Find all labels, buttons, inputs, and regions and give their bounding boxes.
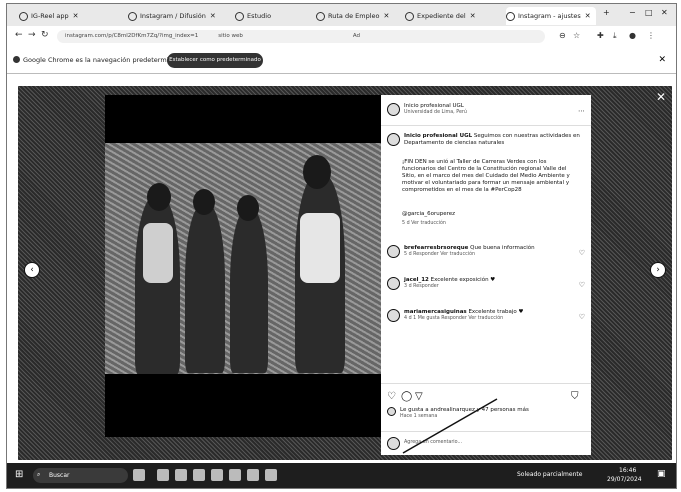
tab-favicon-icon (128, 11, 137, 21)
weather-text[interactable]: Soleado parcialmente (517, 471, 582, 478)
infobar-close-icon[interactable]: ✕ (658, 55, 666, 65)
post-photo (105, 95, 381, 437)
pen-stroke-mark (402, 398, 498, 454)
file-explorer-icon[interactable] (175, 469, 187, 481)
default-browser-infobar: Google Chrome es la navegación predeterm… (7, 49, 676, 74)
tab-close-icon[interactable]: ✕ (383, 12, 389, 20)
avatar[interactable] (387, 277, 400, 290)
tab-favicon-icon (405, 11, 414, 21)
bookmark-star-icon[interactable]: ☆ (573, 31, 580, 40)
app-taskbar-icon[interactable] (265, 469, 277, 481)
url-field[interactable]: instagram.com/p/C8ml2DfKm7Zq/?img_index=… (57, 30, 545, 43)
avatar[interactable] (387, 309, 400, 322)
avatar (387, 437, 400, 450)
browser-taskbar-icon[interactable] (193, 469, 205, 481)
comment-like-icon[interactable]: ♡ (579, 249, 585, 257)
tab-active[interactable]: Instagram - ajustes ✕ (506, 7, 596, 25)
caption-body: ¡FIN DEN se unió al Taller de Carreras V… (402, 159, 570, 193)
tab-bar: IG-Reel app ✕ Instagram / Difusión ✕ Estud… (7, 4, 676, 26)
windows-taskbar: ⊞ ⌕ Buscar Soleado parcialmente 16:46 29… (7, 463, 676, 488)
avatar[interactable] (387, 103, 400, 116)
back-icon[interactable]: ← (15, 30, 23, 40)
set-default-button[interactable]: Establecer como predeterminado (167, 53, 263, 68)
extensions-icon[interactable]: ✚ (597, 31, 604, 40)
address-bar-row: ← → ↻ instagram.com/p/C8ml2DfKm7Zq/?img_… (7, 26, 676, 48)
zoom-icon[interactable]: ⊖ (559, 31, 566, 40)
tab-2[interactable]: Estudio (235, 7, 310, 25)
close-viewer-icon[interactable]: ✕ (656, 90, 666, 104)
close-window-icon[interactable]: ✕ (661, 8, 668, 17)
task-view-icon[interactable] (157, 469, 169, 481)
notification-icon[interactable]: ▣ (657, 469, 666, 479)
clock-date[interactable]: 29/07/2024 (607, 476, 642, 483)
tab-close-icon[interactable]: ✕ (73, 12, 79, 20)
comment-row: mariamercasiguinas Excelente trabajo ♥ 4… (387, 309, 577, 322)
tab-0[interactable]: IG-Reel app ✕ (19, 7, 119, 25)
next-post-arrow-icon[interactable]: › (650, 262, 666, 278)
like-heart-icon[interactable]: ♡ (387, 391, 396, 402)
tab-favicon-icon (235, 11, 244, 21)
app-taskbar-icon[interactable] (247, 469, 259, 481)
person-icon[interactable] (133, 469, 145, 481)
infobar-message: Google Chrome es la navegación predeterm… (23, 56, 185, 64)
browser-window: IG-Reel app ✕ Instagram / Difusión ✕ Estud… (6, 3, 677, 489)
minimize-icon[interactable]: − (629, 8, 636, 17)
comment-row: jacel_12 Excelente exposición ♥ 3 d Resp… (387, 277, 577, 290)
app-taskbar-icon[interactable] (211, 469, 223, 481)
divider (381, 383, 591, 384)
tab-close-icon[interactable]: ✕ (470, 12, 476, 20)
comment-like-icon[interactable]: ♡ (579, 313, 585, 321)
tab-3[interactable]: Ruta de Empleo ✕ (316, 7, 401, 25)
download-icon[interactable]: ⤓ (613, 31, 617, 41)
caption-block: Inicio profesional UGL Seguimos con nues… (387, 133, 582, 147)
reload-icon[interactable]: ↻ (41, 30, 49, 40)
more-options-icon[interactable]: ⋯ (578, 107, 585, 115)
post-location[interactable]: Universidad de Lima, Perú (404, 110, 467, 116)
tab-close-icon[interactable]: ✕ (210, 12, 216, 20)
account-name[interactable]: Inicio profesional UGL (404, 103, 467, 110)
post-side-panel: Inicio profesional UGL Universidad de Li… (381, 95, 591, 455)
divider (381, 125, 591, 126)
tab-close-icon[interactable]: ✕ (585, 12, 591, 20)
app-taskbar-icon[interactable] (229, 469, 241, 481)
tab-favicon-icon (316, 11, 325, 21)
caption-hashtag[interactable]: @garcia_6oruperez (402, 211, 455, 218)
windows-start-icon[interactable]: ⊞ (15, 469, 23, 480)
comment-row: brefearresbrsoreque Que buena informació… (387, 245, 577, 258)
comment-like-icon[interactable]: ♡ (579, 281, 585, 289)
previous-post-arrow-icon[interactable]: ‹ (24, 262, 40, 278)
avatar[interactable] (387, 133, 400, 146)
caption-meta: 5 d Ver traducción (402, 221, 446, 226)
search-icon: ⌕ (37, 471, 41, 478)
profile-icon[interactable]: ● (629, 31, 636, 40)
tab-favicon-icon (19, 11, 28, 21)
forward-icon[interactable]: → (28, 30, 36, 40)
avatar[interactable] (387, 245, 400, 258)
taskbar-search-box[interactable]: ⌕ Buscar (33, 468, 128, 483)
post-viewer-overlay: ✕ ‹ › Inicio profesional UGL Universidad… (18, 86, 672, 460)
menu-icon[interactable]: ⋮ (647, 31, 655, 40)
clock-time[interactable]: 16:46 (619, 467, 636, 474)
chrome-icon (13, 56, 20, 63)
new-tab-icon[interactable]: + (603, 8, 610, 17)
group-photo-image (105, 143, 381, 374)
tab-favicon-icon (506, 11, 515, 21)
maximize-icon[interactable]: □ (645, 8, 653, 17)
tab-4[interactable]: Expediente del ✕ (405, 7, 500, 25)
save-bookmark-icon[interactable]: ⛉ (571, 391, 579, 402)
post-header: Inicio profesional UGL Universidad de Li… (387, 103, 467, 116)
tab-1[interactable]: Instagram / Difusión ✕ (128, 7, 228, 25)
avatar (387, 407, 396, 416)
